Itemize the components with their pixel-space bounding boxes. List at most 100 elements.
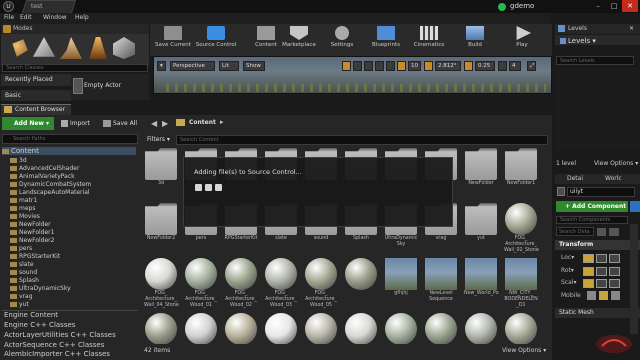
asset-tile[interactable] — [424, 313, 458, 344]
folder-tile[interactable]: 3d — [144, 148, 178, 187]
search-assets-input[interactable]: Search Content — [176, 135, 548, 145]
camera-speed-value[interactable]: 4 — [509, 61, 521, 71]
world-local-icon[interactable] — [375, 61, 384, 71]
forward-arrow-icon[interactable]: ▶ — [162, 119, 168, 128]
category-engine-cpp-classes[interactable]: Engine C++ Classes — [4, 321, 75, 331]
asset-tile[interactable] — [224, 313, 258, 344]
scale-icon[interactable] — [364, 61, 373, 71]
grid-snap-value[interactable]: 10 — [408, 61, 421, 71]
search-classes-input[interactable]: Search Classes — [2, 64, 148, 72]
blueprints-button[interactable]: Blueprints — [368, 25, 404, 55]
asset-tile[interactable]: FOG_ Architecture_ Wood_03 — [264, 258, 298, 309]
asset-tile[interactable] — [264, 313, 298, 344]
minimize-icon[interactable]: – — [590, 0, 606, 12]
rotate-icon[interactable] — [353, 61, 362, 71]
scale-snap-icon[interactable] — [464, 61, 473, 71]
source-control-button[interactable]: Source Control — [194, 25, 238, 55]
property-matrix-icon[interactable] — [597, 228, 606, 236]
asset-tile[interactable]: New_World_Po — [464, 258, 499, 297]
close-icon[interactable]: ✕ — [622, 0, 638, 12]
asset-tile[interactable] — [384, 313, 418, 344]
blueprint-script-icon[interactable] — [630, 201, 640, 212]
static-mesh-section[interactable]: Static Mesh — [555, 308, 640, 318]
location-z-field[interactable] — [609, 254, 620, 263]
tree-item[interactable]: AnimalVarietyPack — [10, 173, 75, 181]
tree-item[interactable]: RPGStarterKit — [10, 253, 60, 261]
levels-menu-label[interactable]: Levels ▾ — [568, 37, 596, 45]
rotation-y-field[interactable] — [596, 267, 607, 276]
asset-tile[interactable] — [504, 313, 538, 344]
build-button[interactable]: Build — [460, 25, 490, 55]
scale-z-field[interactable] — [609, 279, 620, 288]
category-recently-placed[interactable]: Recently Placed — [1, 74, 71, 86]
tree-item[interactable]: slate — [10, 261, 34, 269]
tree-item[interactable]: matr1 — [10, 197, 37, 205]
maximize-viewport-icon[interactable]: ⤢ — [527, 61, 536, 71]
play-button[interactable]: Play — [508, 25, 536, 55]
viewport-options-icon[interactable]: ▾ — [157, 61, 166, 71]
rotation-row-label[interactable]: Rot▾ — [561, 267, 574, 276]
folder-tile[interactable]: NewFolder — [464, 148, 498, 187]
asset-tile[interactable]: NW_CITY_ BODENDELEN _D1 — [504, 258, 538, 309]
location-y-field[interactable] — [596, 254, 607, 263]
mobility-movable-icon[interactable] — [611, 291, 620, 300]
eye-icon[interactable] — [609, 228, 619, 236]
marketplace-button[interactable]: Marketplace — [280, 25, 318, 55]
asset-tile[interactable] — [464, 313, 498, 344]
add-component-button[interactable]: + Add Component ▾ — [556, 201, 628, 221]
tree-item[interactable]: UltraDynamicSky — [10, 285, 71, 293]
location-x-field[interactable] — [583, 254, 594, 263]
save-all-button[interactable]: Save All — [101, 117, 141, 130]
tree-item[interactable]: vrag — [10, 293, 33, 301]
tree-item[interactable]: sound — [10, 269, 37, 277]
tab-world-settings[interactable]: Worlc — [605, 175, 622, 182]
scale-row-label[interactable]: Scal▾ — [561, 279, 576, 288]
search-details-input[interactable]: Search Deta — [556, 227, 594, 236]
asset-tile[interactable]: FOG_ Architecture_ Wood_05 — [304, 258, 338, 309]
asset-tile[interactable]: NewLevel Sequence — [424, 258, 458, 303]
asset-tile[interactable]: FOG_ Architecture_ Wall_04_Stone — [144, 258, 179, 309]
tree-item-content[interactable]: Content — [2, 147, 136, 155]
asset-tile[interactable] — [344, 313, 378, 344]
rotation-z-field[interactable] — [609, 267, 620, 276]
menu-file[interactable]: File — [4, 14, 14, 21]
rotation-x-field[interactable] — [583, 267, 594, 276]
save-current-button[interactable]: Save Current — [154, 25, 192, 55]
camera-speed-icon[interactable] — [498, 61, 507, 71]
asset-tile[interactable]: gfhjhj — [384, 258, 418, 297]
content-button[interactable]: Content — [252, 25, 280, 55]
transform-section[interactable]: Transform — [555, 240, 640, 250]
empty-actor-icon[interactable] — [73, 78, 83, 94]
tree-item[interactable]: DynamicCombatSystem — [10, 181, 91, 189]
asset-tile[interactable] — [344, 258, 378, 291]
category-basic[interactable]: Basic — [1, 90, 71, 101]
levels-view-options[interactable]: View Options ▾ — [594, 160, 638, 167]
category-actorlayerutilities[interactable]: ActorLayerUtilities C++ Classes — [4, 331, 116, 341]
tree-item[interactable]: NewFolder — [10, 221, 51, 229]
asset-tile[interactable]: FOG_ Architecture_ Wall_02_Stone — [504, 203, 539, 254]
breadcrumb[interactable]: Content — [189, 119, 216, 126]
asset-tile[interactable] — [144, 313, 178, 344]
translate-icon[interactable] — [342, 61, 351, 71]
tree-item[interactable]: meps — [10, 205, 35, 213]
tree-item[interactable]: yut — [10, 301, 29, 309]
asset-tile[interactable] — [184, 313, 218, 344]
show-button[interactable]: Show — [243, 61, 265, 71]
tab-details[interactable]: Detai — [567, 175, 583, 182]
tree-item[interactable]: AdvancedCelShader — [10, 165, 79, 173]
folder-tile[interactable]: yut — [464, 203, 498, 242]
category-engine-content[interactable]: Engine Content — [4, 311, 58, 321]
folder-tile[interactable]: NewFolder2 — [144, 203, 178, 242]
breadcrumb-chevron-icon[interactable]: ▸ — [220, 118, 224, 126]
scale-x-field[interactable] — [583, 279, 594, 288]
tree-item[interactable]: LandscapeAutoMaterial — [10, 189, 90, 197]
rotation-snap-icon[interactable] — [424, 61, 433, 71]
filters-button[interactable]: Filters ▾ — [147, 135, 175, 145]
asset-tile[interactable] — [304, 313, 338, 344]
maximize-icon[interactable]: □ — [606, 0, 622, 12]
menu-window[interactable]: Window — [43, 14, 67, 21]
asset-tile[interactable]: FOG_ Architecture_ Wood_01 — [184, 258, 218, 309]
search-components-input[interactable]: Search Components — [556, 216, 628, 224]
lit-button[interactable]: Lit — [219, 61, 239, 71]
back-arrow-icon[interactable]: ◀ — [151, 119, 157, 128]
